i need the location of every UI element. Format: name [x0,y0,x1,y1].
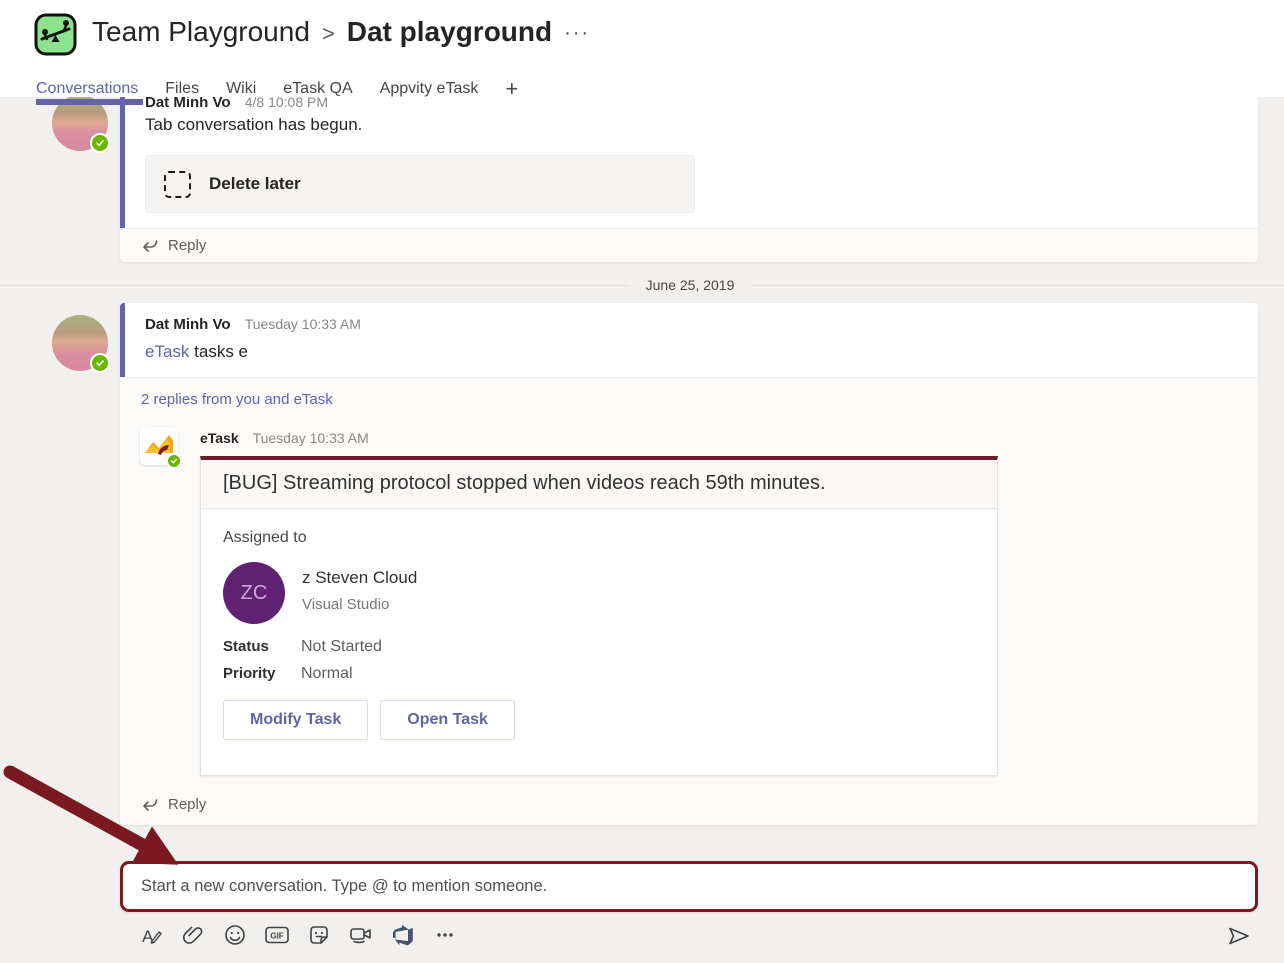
azure-devops-icon[interactable] [390,922,416,948]
assignee-initials: ZC [241,582,268,605]
message-timestamp: Tuesday 10:33 AM [245,316,361,332]
tab-wiki[interactable]: Wiki [226,80,256,98]
compose-toolbar: A GIF [138,922,458,948]
attach-icon[interactable] [180,922,206,948]
avatar-dat-minh-vo[interactable] [52,315,108,371]
thread-reply-link[interactable]: Reply [141,796,206,813]
bot-timestamp: Tuesday 10:33 AM [253,430,369,446]
more-options-icon[interactable] [432,922,458,948]
task-card: [BUG] Streaming protocol stopped when vi… [200,456,998,776]
breadcrumb: Team Playground > Dat playground ··· [92,16,590,48]
delete-later-card[interactable]: Delete later [145,155,695,213]
status-value: Not Started [301,638,382,656]
date-divider-label: June 25, 2019 [630,276,751,294]
add-tab-button[interactable]: + [505,76,518,102]
channel-name[interactable]: Dat playground [347,16,552,48]
assignee-row: ZC z Steven Cloud Visual Studio [223,562,975,624]
reply-arrow-icon [141,238,159,254]
team-name[interactable]: Team Playground [92,16,310,48]
reply-bar[interactable]: Reply [120,228,1258,262]
presence-available-icon [166,453,182,469]
tab-files[interactable]: Files [165,80,199,98]
bot-message-header: eTask Tuesday 10:33 AM [200,430,369,446]
gif-icon[interactable]: GIF [264,922,290,948]
assignee-info: z Steven Cloud Visual Studio [302,562,417,624]
selection-dashed-icon [164,171,191,198]
task-body: Assigned to ZC z Steven Cloud Visual Stu… [201,509,997,740]
gif-label: GIF [270,932,283,941]
priority-label: Priority [223,665,301,682]
thread-section: 2 replies from you and eTask eTask Tuesd… [120,377,1258,825]
delete-later-label: Delete later [209,174,301,194]
task-buttons: Modify Task Open Task [223,700,975,740]
tab-appvity-etask[interactable]: Appvity eTask [380,80,479,98]
breadcrumb-separator: > [322,17,335,47]
assigned-to-label: Assigned to [223,529,975,547]
task-fields: Status Not Started Priority Normal [223,638,975,683]
message-header: Dat Minh Vo Tuesday 10:33 AM [145,316,361,333]
meet-now-icon[interactable] [348,922,374,948]
tab-etask-qa[interactable]: eTask QA [283,80,352,98]
assignee-org: Visual Studio [302,596,417,613]
mention-etask[interactable]: eTask [145,342,189,361]
task-title: [BUG] Streaming protocol stopped when vi… [201,460,997,509]
status-label: Status [223,638,301,655]
message-text: Tab conversation has begun. [145,115,362,135]
message-text: eTask tasks e [145,342,248,362]
presence-available-icon [90,353,110,373]
active-tab-underline [36,99,143,105]
compose-box-highlighted [120,861,1258,912]
reply-label: Reply [168,796,206,813]
send-icon[interactable] [1226,923,1252,949]
message-clipped: Dat Minh Vo 4/8 10:08 PM Tab conversatio… [120,88,1258,228]
message-text-rest: tasks e [194,342,248,361]
channel-more-icon[interactable]: ··· [564,20,590,45]
status-row: Status Not Started [223,638,975,656]
open-task-button[interactable]: Open Task [380,700,515,740]
priority-value: Normal [301,665,353,683]
channel-header: Team Playground > Dat playground ··· Con… [0,0,1284,97]
team-playground-icon[interactable] [33,12,78,57]
format-icon[interactable]: A [138,922,164,948]
thread-replies-link[interactable]: 2 replies from you and eTask [141,391,333,408]
presence-available-icon [90,133,110,153]
reply-label: Reply [168,237,206,254]
assignee-avatar: ZC [223,562,285,624]
avatar-etask-bot[interactable] [140,427,178,465]
reply-arrow-icon [141,797,159,813]
message-main: Dat Minh Vo Tuesday 10:33 AM eTask tasks… [120,303,1258,377]
message-author: Dat Minh Vo [145,316,231,333]
emoji-icon[interactable] [222,922,248,948]
bot-name: eTask [200,430,239,446]
priority-row: Priority Normal [223,665,975,683]
sticker-icon[interactable] [306,922,332,948]
assignee-name: z Steven Cloud [302,568,417,588]
new-conversation-input[interactable] [123,864,1255,909]
modify-task-button[interactable]: Modify Task [223,700,368,740]
tab-conversations[interactable]: Conversations [36,80,138,98]
